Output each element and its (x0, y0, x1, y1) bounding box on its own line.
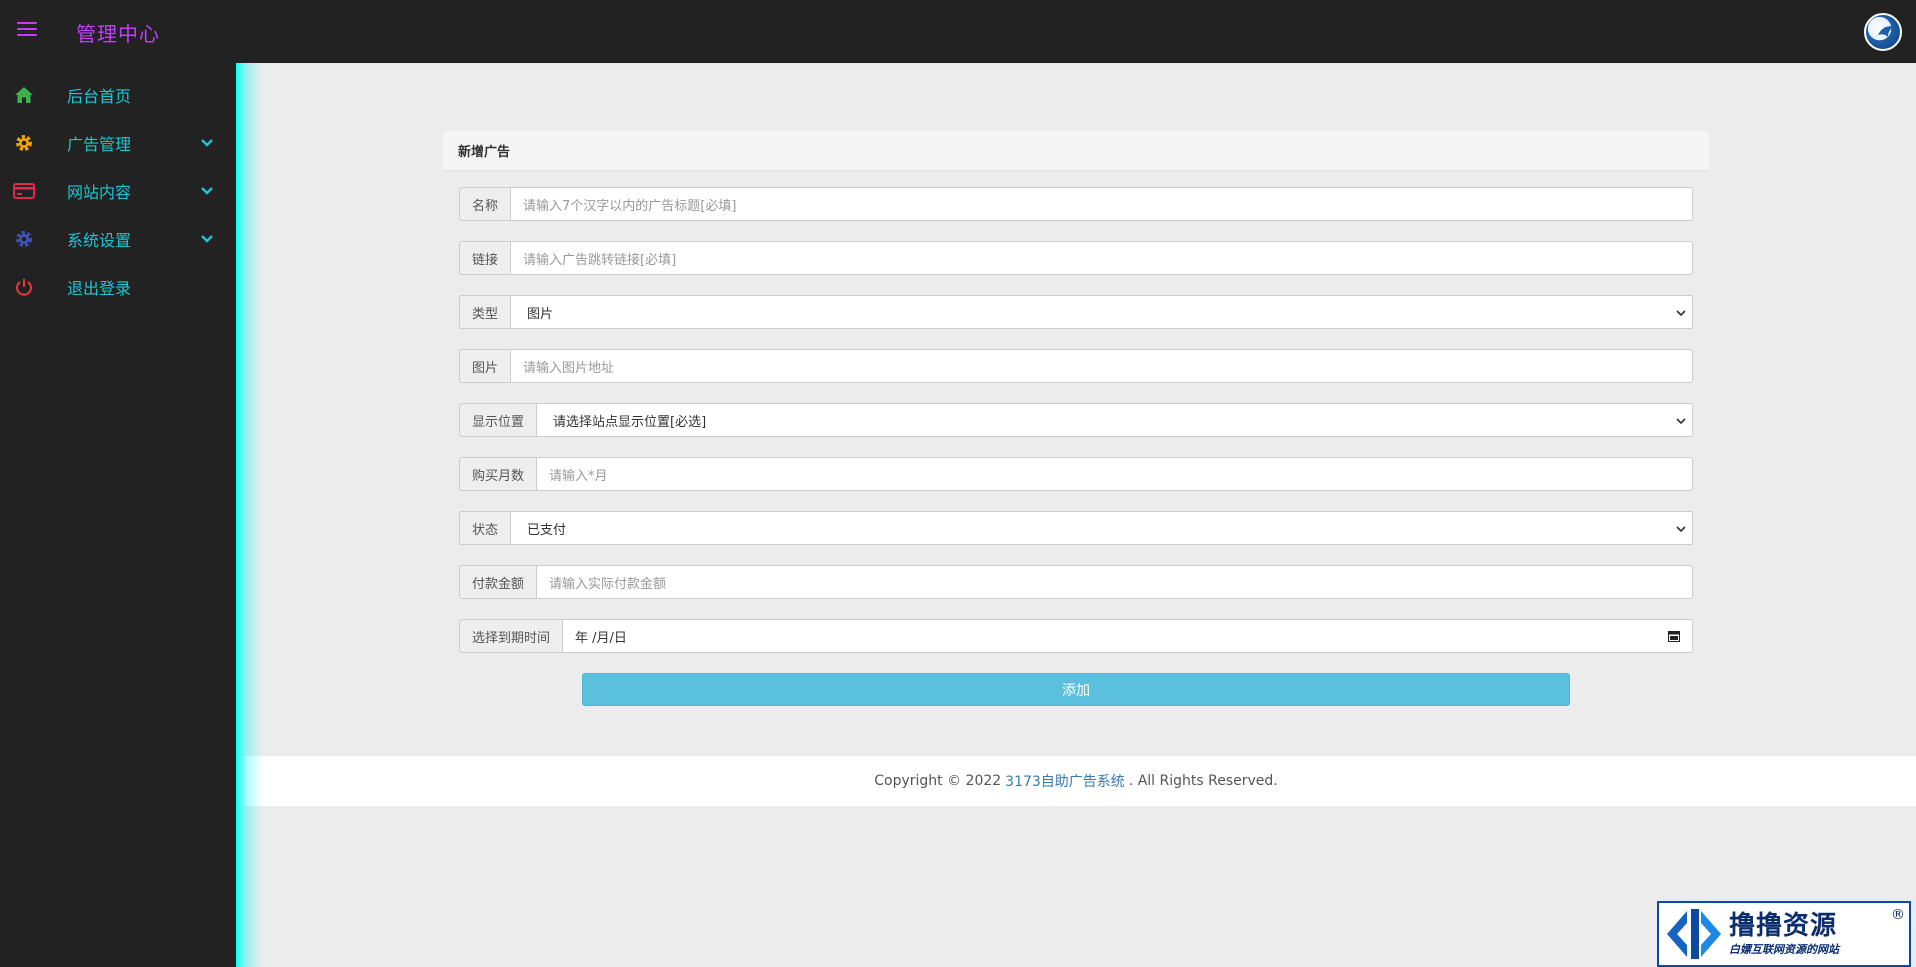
position-row: 显示位置 请选择站点显示位置[必选] (459, 403, 1693, 437)
sidebar-glow (236, 63, 262, 967)
status-label: 状态 (459, 511, 511, 545)
expire-date-value: 年 /月/日 (575, 630, 627, 646)
add-button[interactable]: 添加 (582, 673, 1570, 706)
name-input[interactable]: 请输入7个汉字以内的广告标题[必填] (510, 187, 1693, 221)
chevron-down-icon (1676, 418, 1686, 425)
sidebar-item-home[interactable]: 后台首页 (0, 71, 236, 119)
sidebar-item-label: 退出登录 (67, 279, 132, 298)
bird-icon (1878, 26, 1894, 37)
watermark-emblem-icon (1659, 903, 1729, 965)
months-input[interactable]: 请输入*月 (536, 457, 1693, 491)
home-icon (13, 84, 35, 106)
image-label: 图片 (459, 349, 511, 383)
sidebar-item-label: 后台首页 (67, 87, 132, 106)
expire-row: 选择到期时间 年 /月/日 (459, 619, 1693, 653)
watermark-title: 撸撸资源 (1729, 911, 1838, 941)
sidebar: 后台首页 广告管理 网站内容 系统设置 退出登录 (0, 63, 236, 967)
calendar-icon[interactable] (1668, 630, 1680, 642)
gear-icon (13, 132, 35, 154)
expire-date-input[interactable]: 年 /月/日 (562, 619, 1693, 653)
chevron-down-icon (201, 187, 213, 195)
watermark-subtitle: 白嫖互联网资源的网站 (1729, 943, 1839, 956)
hamburger-menu-icon[interactable] (17, 22, 37, 38)
status-row: 状态 已支付 (459, 511, 1693, 545)
sidebar-item-label: 广告管理 (67, 135, 132, 154)
name-label: 名称 (459, 187, 511, 221)
status-select[interactable]: 已支付 (510, 511, 1693, 545)
brand-title: 管理中心 (76, 22, 160, 46)
footer-copyright: Copyright © 2022 (874, 773, 1002, 789)
sidebar-item-label: 网站内容 (67, 183, 132, 202)
power-icon (13, 276, 35, 298)
position-select[interactable]: 请选择站点显示位置[必选] (536, 403, 1693, 437)
chevron-down-icon (201, 139, 213, 147)
position-select-value: 请选择站点显示位置[必选] (553, 414, 707, 430)
position-label: 显示位置 (459, 403, 537, 437)
type-select-value: 图片 (527, 306, 554, 322)
card-icon (13, 180, 35, 202)
link-row: 链接 请输入广告跳转链接[必填] (459, 241, 1693, 275)
amount-row: 付款金额 请输入实际付款金额 (459, 565, 1693, 599)
watermark-logo: 撸撸资源 白嫖互联网资源的网站 ® (1657, 901, 1911, 967)
type-label: 类型 (459, 295, 511, 329)
sidebar-item-ads[interactable]: 广告管理 (0, 119, 236, 167)
months-label: 购买月数 (459, 457, 537, 491)
sidebar-item-label: 系统设置 (67, 231, 132, 250)
footer-site-link[interactable]: 3173自助广告系统 (1005, 771, 1125, 791)
expire-label: 选择到期时间 (459, 619, 563, 653)
user-avatar[interactable] (1864, 13, 1902, 51)
sidebar-item-settings[interactable]: 系统设置 (0, 215, 236, 263)
chevron-down-icon (1676, 310, 1686, 317)
amount-label: 付款金额 (459, 565, 537, 599)
type-select[interactable]: 图片 (510, 295, 1693, 329)
footer-rights: . All Rights Reserved. (1128, 773, 1278, 789)
add-ad-panel: 新增广告 (443, 131, 1709, 171)
type-row: 类型 图片 (459, 295, 1693, 329)
footer: Copyright © 2022 3173自助广告系统 . All Rights… (236, 756, 1916, 806)
months-row: 购买月数 请输入*月 (459, 457, 1693, 491)
link-label: 链接 (459, 241, 511, 275)
top-bar: 管理中心 (0, 0, 1916, 63)
link-input[interactable]: 请输入广告跳转链接[必填] (510, 241, 1693, 275)
gear-icon (13, 228, 35, 250)
image-row: 图片 请输入图片地址 (459, 349, 1693, 383)
sidebar-item-logout[interactable]: 退出登录 (0, 263, 236, 311)
image-input[interactable]: 请输入图片地址 (510, 349, 1693, 383)
chevron-down-icon (201, 235, 213, 243)
chevron-down-icon (1676, 526, 1686, 533)
registered-mark: ® (1891, 907, 1905, 923)
status-select-value: 已支付 (527, 522, 567, 538)
panel-title: 新增广告 (443, 131, 1709, 171)
amount-input[interactable]: 请输入实际付款金额 (536, 565, 1693, 599)
sidebar-item-content[interactable]: 网站内容 (0, 167, 236, 215)
name-row: 名称 请输入7个汉字以内的广告标题[必填] (459, 187, 1693, 221)
